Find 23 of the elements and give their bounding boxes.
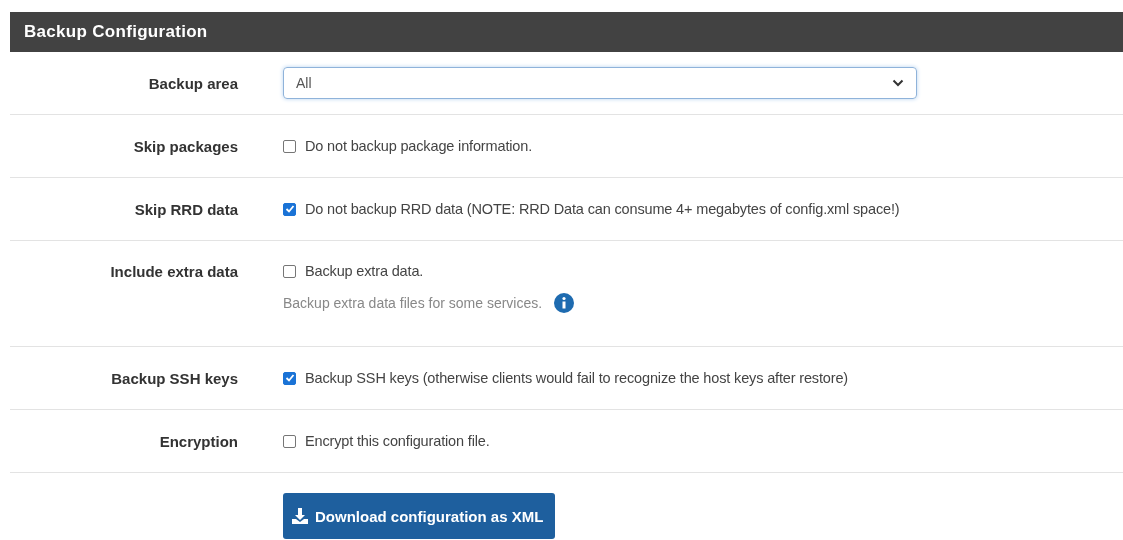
field-label: Backup SSH keys [110, 369, 238, 387]
checkbox-label: Do not backup RRD data (NOTE: RRD Data can consume 4+ megabytes of config.xml space!) [305, 201, 900, 217]
checkbox-label: Backup extra data. [305, 263, 424, 279]
field-label: Skip packages [132, 137, 238, 155]
checkbox[interactable] [283, 139, 296, 153]
download-button[interactable]: Download configuration as XML [283, 493, 556, 539]
info-icon[interactable] [554, 293, 575, 313]
help-text: Backup extra data files for some services. [283, 295, 543, 311]
chevron-down-icon [892, 79, 904, 87]
checkbox-label: Backup SSH keys (otherwise clients would fail to recognize the host keys after restore) [305, 370, 849, 386]
checkbox[interactable] [283, 202, 296, 216]
field-label: Backup area [147, 74, 238, 92]
field-label: Encryption [158, 432, 238, 450]
field-label: Include extra data [109, 263, 238, 280]
panel-title: Backup Configuration [24, 22, 208, 42]
backup-area-select[interactable]: All [283, 67, 917, 99]
checkbox-label: Encrypt this configuration file. [305, 433, 490, 449]
checkbox[interactable] [283, 371, 296, 385]
field-label: Skip RRD data [133, 200, 238, 218]
checkbox[interactable] [283, 434, 296, 448]
download-icon [291, 507, 309, 525]
checkbox-label: Do not backup package information. [305, 138, 533, 154]
checkbox[interactable] [283, 264, 296, 278]
